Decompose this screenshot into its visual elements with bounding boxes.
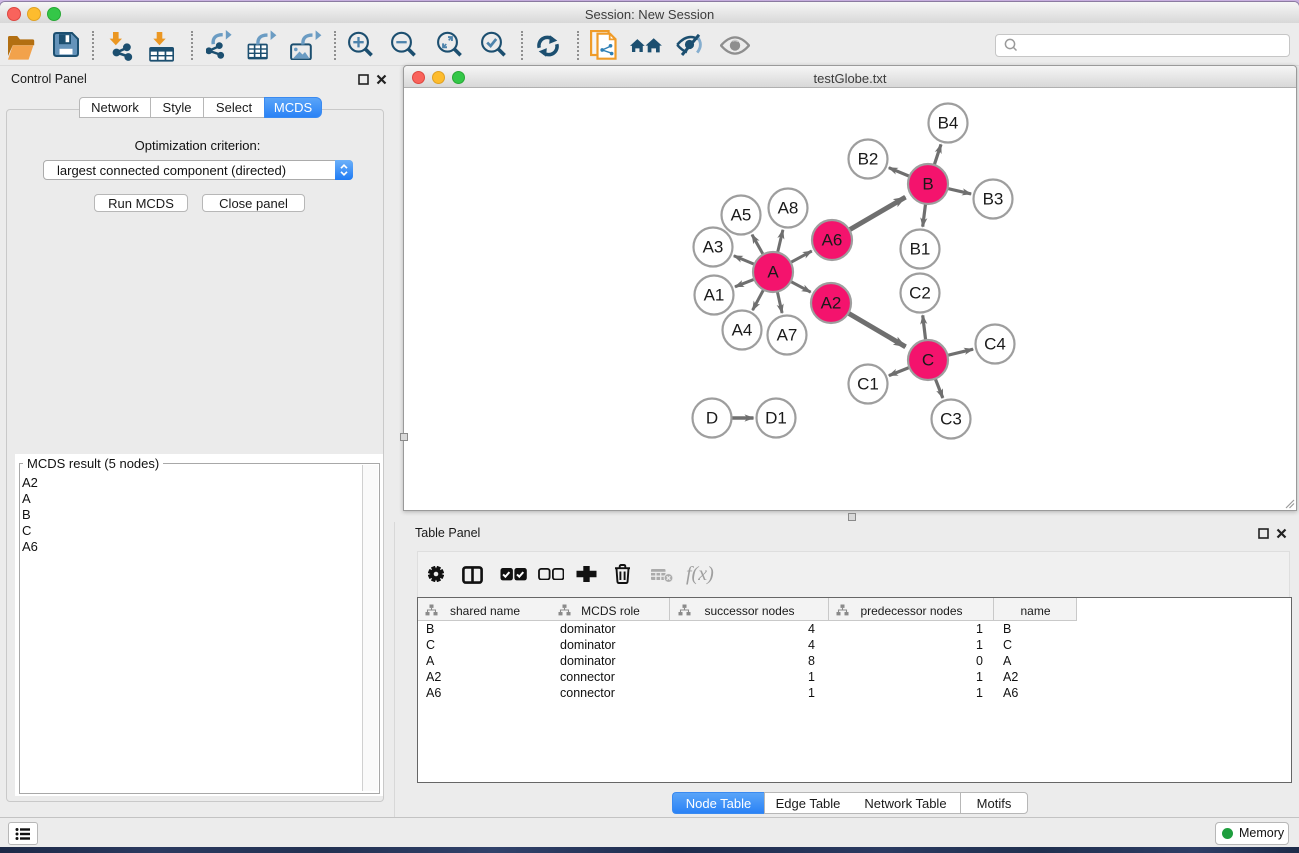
svg-text:A8: A8 [778,199,799,218]
svg-text:B4: B4 [938,114,959,133]
svg-text:A1: A1 [704,286,725,305]
svg-text:A7: A7 [777,326,798,345]
svg-text:C3: C3 [940,410,962,429]
svg-text:A: A [767,263,779,282]
svg-text:A6: A6 [822,231,843,250]
svg-text:B: B [922,175,933,194]
svg-text:D: D [706,409,718,428]
svg-text:C4: C4 [984,335,1006,354]
svg-text:A2: A2 [821,294,842,313]
svg-text:D1: D1 [765,409,787,428]
svg-text:C: C [922,351,934,370]
svg-text:C1: C1 [857,375,879,394]
svg-text:C2: C2 [909,284,931,303]
svg-text:A3: A3 [703,238,724,257]
svg-text:A4: A4 [732,321,753,340]
svg-text:B1: B1 [910,240,931,259]
svg-text:A5: A5 [731,206,752,225]
svg-text:B3: B3 [983,190,1004,209]
svg-text:B2: B2 [858,150,879,169]
